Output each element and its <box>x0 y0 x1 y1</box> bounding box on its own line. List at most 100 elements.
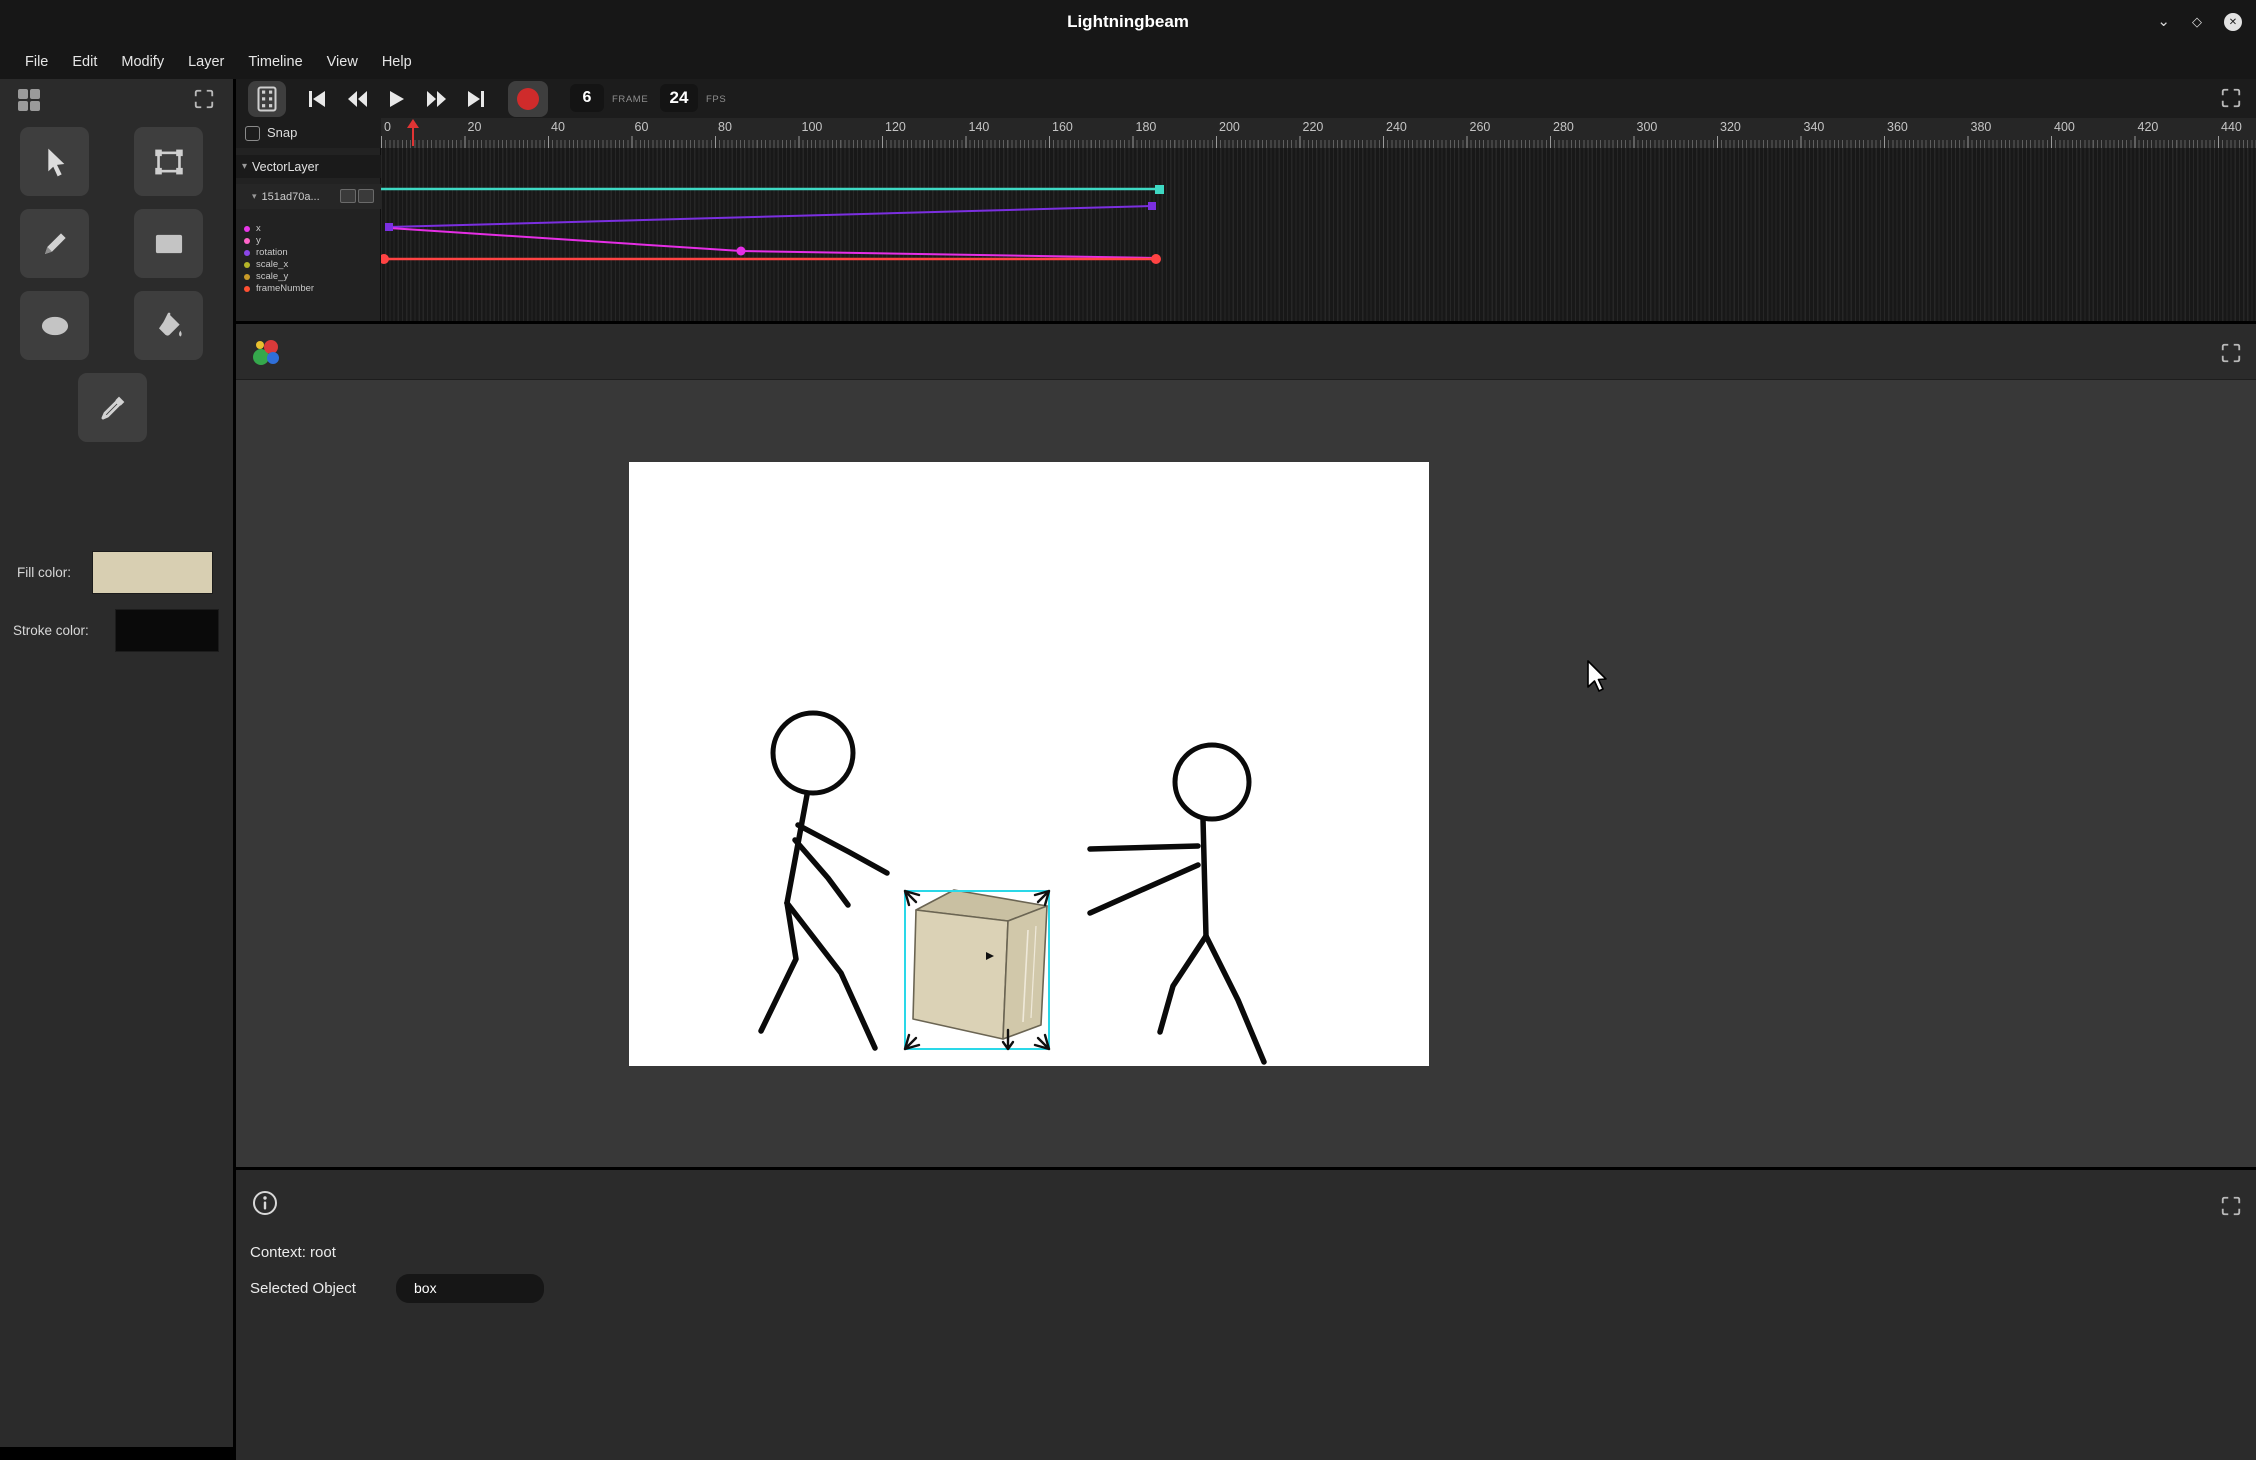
timeline-ruler[interactable]: 0 20 40 60 80 100 120 140 160 180 200 22… <box>381 118 2256 148</box>
keyframe-point[interactable] <box>737 247 746 256</box>
menu-item-layer[interactable]: Layer <box>182 51 230 73</box>
record-button[interactable] <box>508 81 548 117</box>
ellipse-icon <box>38 311 72 341</box>
mouse-cursor <box>1586 660 1612 694</box>
keyframe-point[interactable] <box>1151 254 1161 264</box>
ruler-label: 220 <box>1303 120 1324 134</box>
context-label: Context: root <box>250 1244 336 1261</box>
keyframe-point[interactable] <box>385 223 393 231</box>
menu-item-file[interactable]: File <box>19 51 54 73</box>
animation-stage[interactable] <box>629 462 1429 1066</box>
expand-icon <box>2220 1195 2242 1217</box>
ruler-label: 280 <box>1553 120 1574 134</box>
app-logo-icon <box>250 336 282 368</box>
canvas-header <box>236 324 2256 380</box>
app-window: { "window": { "title": "Lightningbeam", … <box>0 0 2256 1460</box>
stick-figure-right[interactable] <box>1090 745 1264 1062</box>
curve-purple <box>389 206 1152 227</box>
fast-forward-button[interactable] <box>418 81 454 117</box>
skip-end-button[interactable] <box>458 81 494 117</box>
inspector-panel: Context: root Selected Object box <box>236 1170 2256 1460</box>
tool-paint-bucket-button[interactable] <box>134 291 203 360</box>
property-row-x[interactable]: x <box>236 223 381 235</box>
fill-color-swatch[interactable] <box>92 551 213 594</box>
ruler-label: 420 <box>2138 120 2159 134</box>
timeline-expand-button[interactable] <box>2217 84 2245 112</box>
layer-name: VectorLayer <box>252 160 319 174</box>
canvas-panel <box>236 324 2256 1167</box>
curve-magenta <box>389 228 1156 258</box>
tool-pencil-button[interactable] <box>20 209 89 278</box>
layer-row-vectorlayer[interactable]: ▾ VectorLayer <box>236 155 381 178</box>
ruler-label: 160 <box>1052 120 1073 134</box>
rectangle-icon <box>152 229 186 259</box>
property-row-scale-x[interactable]: scale_x <box>236 259 381 271</box>
record-icon <box>517 88 539 110</box>
chevron-down-icon[interactable]: ▾ <box>252 191 257 202</box>
box-object[interactable] <box>913 890 1047 1039</box>
tool-select-button[interactable] <box>20 127 89 196</box>
ruler-label: 60 <box>635 120 649 134</box>
property-color-dot <box>244 238 250 244</box>
playhead-line[interactable] <box>412 128 414 146</box>
tool-ellipse-button[interactable] <box>20 291 89 360</box>
tool-transform-button[interactable] <box>134 127 203 196</box>
playhead-marker[interactable] <box>407 119 419 128</box>
ruler-label: 260 <box>1470 120 1491 134</box>
info-button[interactable] <box>246 1184 284 1222</box>
property-row-y[interactable]: y <box>236 235 381 247</box>
rewind-button[interactable] <box>339 81 375 117</box>
ruler-label: 120 <box>885 120 906 134</box>
keyframe-point[interactable] <box>1148 202 1156 210</box>
film-strip-icon <box>257 86 277 112</box>
menu-item-modify[interactable]: Modify <box>115 51 170 73</box>
play-button[interactable] <box>378 81 414 117</box>
tool-eyedropper-button[interactable] <box>78 373 147 442</box>
menu-item-edit[interactable]: Edit <box>66 51 103 73</box>
window-minimize-icon[interactable]: ⌄ <box>2157 17 2170 27</box>
snap-label: Snap <box>267 125 297 140</box>
stroke-color-label: Stroke color: <box>13 623 89 638</box>
sublayer-toggle-b-button[interactable] <box>358 189 374 203</box>
property-row-rotation[interactable]: rotation <box>236 247 381 259</box>
frame-caption: FRAME <box>612 94 648 105</box>
ruler-label: 240 <box>1386 120 1407 134</box>
canvas-expand-button[interactable] <box>2217 339 2245 367</box>
animation-curves <box>381 148 2256 321</box>
skip-start-icon <box>307 89 327 109</box>
fps-field[interactable]: 24 <box>660 84 698 112</box>
panel-grid-button[interactable] <box>10 81 48 119</box>
skip-end-icon <box>466 89 486 109</box>
stroke-color-swatch[interactable] <box>115 609 219 652</box>
inspector-expand-button[interactable] <box>2217 1192 2245 1220</box>
selected-object-select[interactable]: box <box>396 1274 544 1303</box>
chevron-down-icon[interactable]: ▾ <box>242 161 247 172</box>
snap-checkbox[interactable] <box>245 126 260 141</box>
stick-figure-left[interactable] <box>761 713 887 1048</box>
menu-item-timeline[interactable]: Timeline <box>242 51 308 73</box>
keyframe-point[interactable] <box>1155 185 1164 194</box>
property-row-scale-y[interactable]: scale_y <box>236 271 381 283</box>
tool-rectangle-button[interactable] <box>134 209 203 278</box>
property-row-frame-number[interactable]: frameNumber <box>236 283 381 295</box>
keyframe-point[interactable] <box>381 254 389 264</box>
fill-color-label: Fill color: <box>17 565 71 580</box>
window-maximize-icon[interactable]: ◇ <box>2192 14 2202 30</box>
info-icon <box>252 1190 278 1216</box>
ruler-label: 380 <box>1971 120 1992 134</box>
film-strip-button[interactable] <box>248 81 286 117</box>
property-color-dot <box>244 226 250 232</box>
menu-item-help[interactable]: Help <box>376 51 418 73</box>
property-label: rotation <box>256 247 288 259</box>
sublayer-toggle-a-button[interactable] <box>340 189 356 203</box>
ruler-label: 320 <box>1720 120 1741 134</box>
ruler-label: 400 <box>2054 120 2075 134</box>
menu-item-view[interactable]: View <box>321 51 364 73</box>
window-close-icon[interactable]: ✕ <box>2224 13 2242 31</box>
pencil-icon <box>39 228 71 260</box>
tool-panel-expand-button[interactable] <box>190 85 218 113</box>
property-label: y <box>256 235 261 247</box>
skip-start-button[interactable] <box>299 81 335 117</box>
frame-number-field[interactable]: 6 <box>570 84 604 112</box>
window-controls: ⌄ ◇ ✕ <box>2157 0 2242 44</box>
